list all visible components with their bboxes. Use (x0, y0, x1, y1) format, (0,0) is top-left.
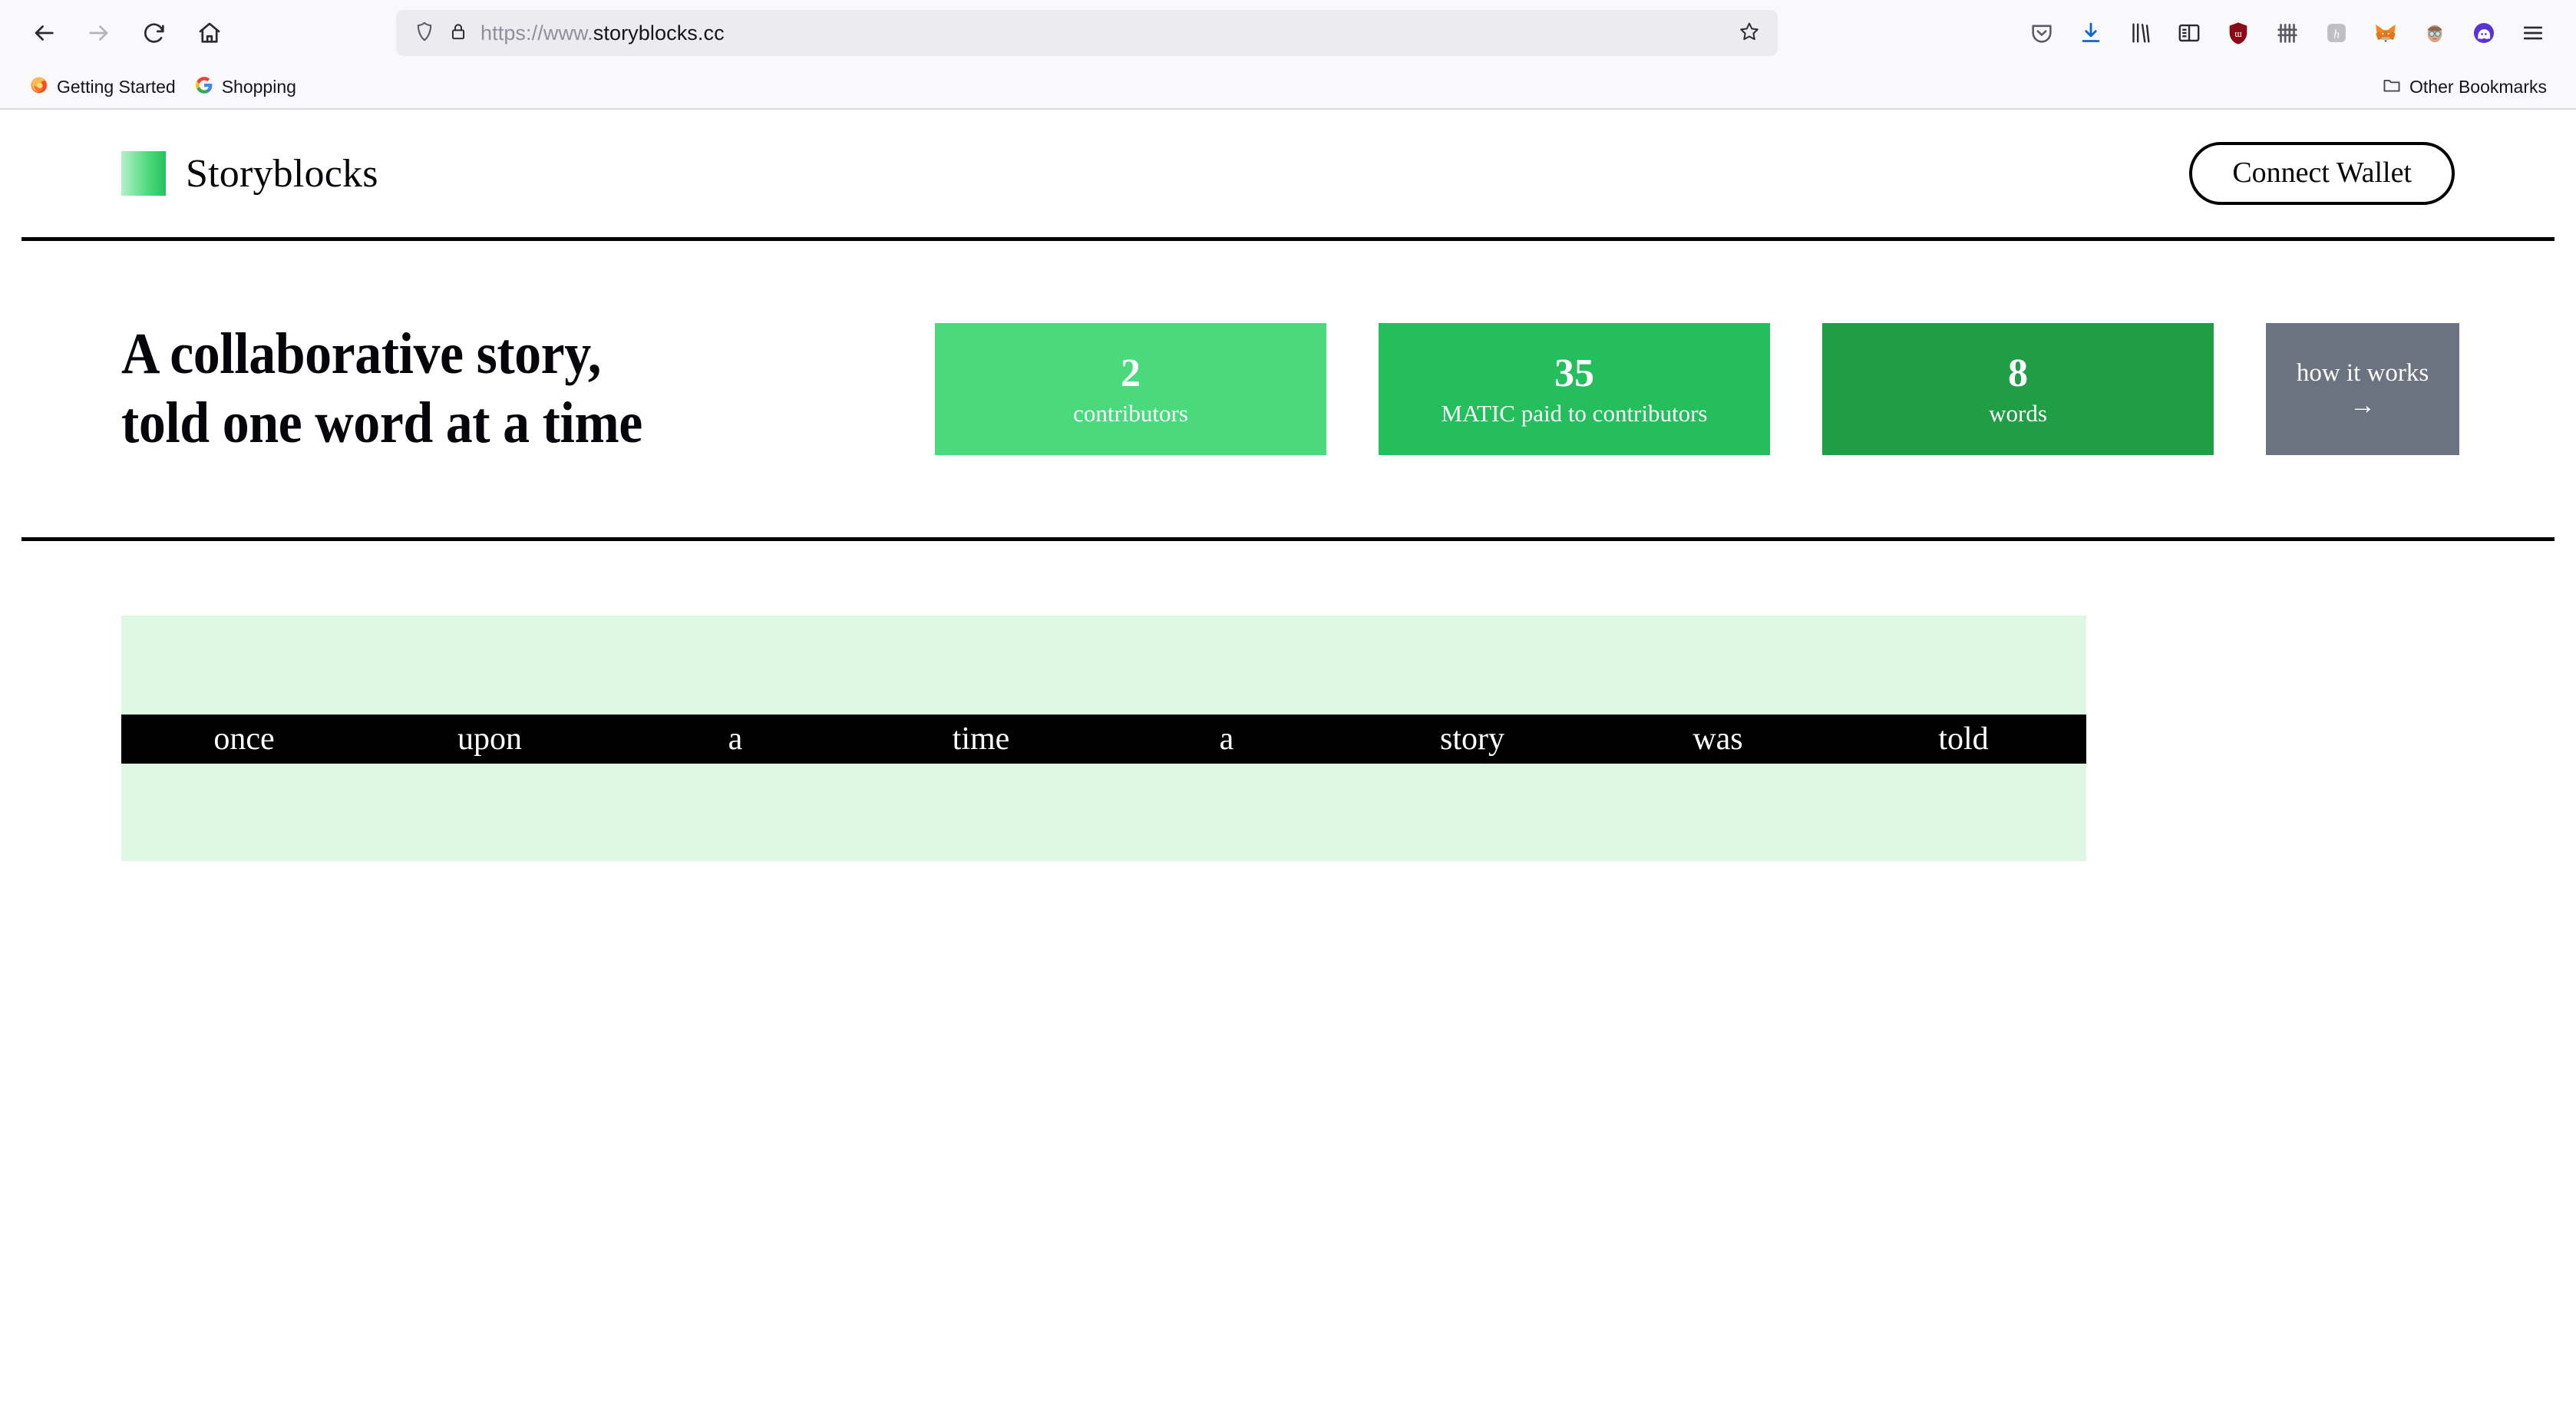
other-bookmarks-label: Other Bookmarks (2409, 77, 2547, 97)
story-word[interactable]: story (1349, 723, 1595, 755)
story-word[interactable]: was (1595, 723, 1841, 755)
url-text[interactable]: https://www.storyblocks.cc (481, 21, 1726, 45)
reload-button[interactable] (130, 9, 178, 57)
story-word[interactable]: upon (367, 723, 613, 755)
stat-card-matic-paid: 35 MATIC paid to contributors (1379, 323, 1770, 455)
ghost-wallet-icon[interactable] (2461, 10, 2507, 56)
home-button[interactable] (186, 9, 233, 57)
metamask-fox-icon[interactable] (2363, 10, 2409, 56)
stats-row: 2 contributors 35 MATIC paid to contribu… (935, 323, 2459, 455)
story-section: once upon a time a story was told (0, 541, 2576, 861)
urlbar-container: https://www.storyblocks.cc (233, 10, 2019, 56)
tracking-protection-shield-icon[interactable] (413, 20, 436, 47)
story-panel: once upon a time a story was told (121, 616, 2086, 861)
stat-label: MATIC paid to contributors (1441, 399, 1708, 427)
site-header: Storyblocks Connect Wallet (0, 110, 2576, 237)
browser-toolbar-icons: ɯ h (2019, 10, 2556, 56)
padlock-icon[interactable] (448, 21, 468, 45)
hero-section: A collaborative story, told one word at … (0, 241, 2576, 537)
story-word-band: once upon a time a story was told (121, 715, 2086, 764)
story-word[interactable]: told (1841, 723, 2086, 755)
google-icon (194, 75, 214, 100)
brand-logo[interactable]: Storyblocks (121, 151, 378, 196)
page-content: Storyblocks Connect Wallet A collaborati… (0, 110, 2576, 861)
bookmark-label: Shopping (221, 77, 296, 97)
bookmark-star-icon[interactable] (1738, 20, 1761, 47)
stat-card-contributors: 2 contributors (935, 323, 1326, 455)
bookmark-getting-started[interactable]: Getting Started (20, 71, 185, 104)
stat-value: 35 (1554, 351, 1594, 395)
browser-nav-bar: https://www.storyblocks.cc ɯ h (0, 0, 2576, 66)
story-word[interactable]: a (1104, 723, 1349, 755)
stat-card-words: 8 words (1822, 323, 2214, 455)
page-title: A collaborative story, told one word at … (121, 322, 642, 455)
sidebar-icon[interactable] (2166, 10, 2212, 56)
stat-label: words (1989, 399, 2047, 427)
brand-name: Storyblocks (186, 151, 378, 196)
story-word[interactable]: once (121, 723, 367, 755)
stat-value: 2 (1121, 351, 1141, 395)
arrow-right-icon: → (2350, 391, 2376, 421)
browser-chrome: https://www.storyblocks.cc ɯ h Getting S… (0, 0, 2576, 110)
pocket-icon[interactable] (2019, 10, 2065, 56)
other-bookmarks-folder[interactable]: Other Bookmarks (2373, 71, 2556, 104)
bookmark-shopping[interactable]: Shopping (185, 71, 305, 104)
url-scheme: https://www. (481, 21, 593, 45)
story-word[interactable]: time (858, 723, 1104, 755)
folder-icon (2382, 75, 2402, 100)
stat-label: contributors (1073, 399, 1188, 427)
bookmark-label: Getting Started (57, 77, 176, 97)
ublock-origin-icon[interactable]: ɯ (2215, 10, 2261, 56)
back-button[interactable] (20, 9, 68, 57)
stat-value: 8 (2008, 351, 2028, 395)
downloads-icon[interactable] (2068, 10, 2114, 56)
honey-icon[interactable]: h (2313, 10, 2360, 56)
fence-extension-icon[interactable] (2264, 10, 2310, 56)
how-it-works-label: how it works (2296, 358, 2429, 387)
url-domain: storyblocks.cc (593, 21, 725, 45)
avatar-extension-icon[interactable] (2412, 10, 2458, 56)
svg-text:h: h (2333, 28, 2340, 41)
connect-wallet-button[interactable]: Connect Wallet (2189, 142, 2455, 205)
svg-text:ɯ: ɯ (2234, 28, 2242, 39)
storyblocks-logo-mark-icon (121, 151, 166, 196)
firefox-icon (29, 75, 49, 100)
app-menu-icon[interactable] (2510, 10, 2556, 56)
how-it-works-button[interactable]: how it works → (2266, 323, 2459, 455)
library-icon[interactable] (2117, 10, 2163, 56)
navigation-buttons (20, 9, 233, 57)
bookmarks-bar: Getting Started Shopping Other Bookmarks (0, 66, 2576, 109)
story-word[interactable]: a (613, 723, 858, 755)
forward-button[interactable] (75, 9, 123, 57)
address-bar[interactable]: https://www.storyblocks.cc (396, 10, 1778, 56)
